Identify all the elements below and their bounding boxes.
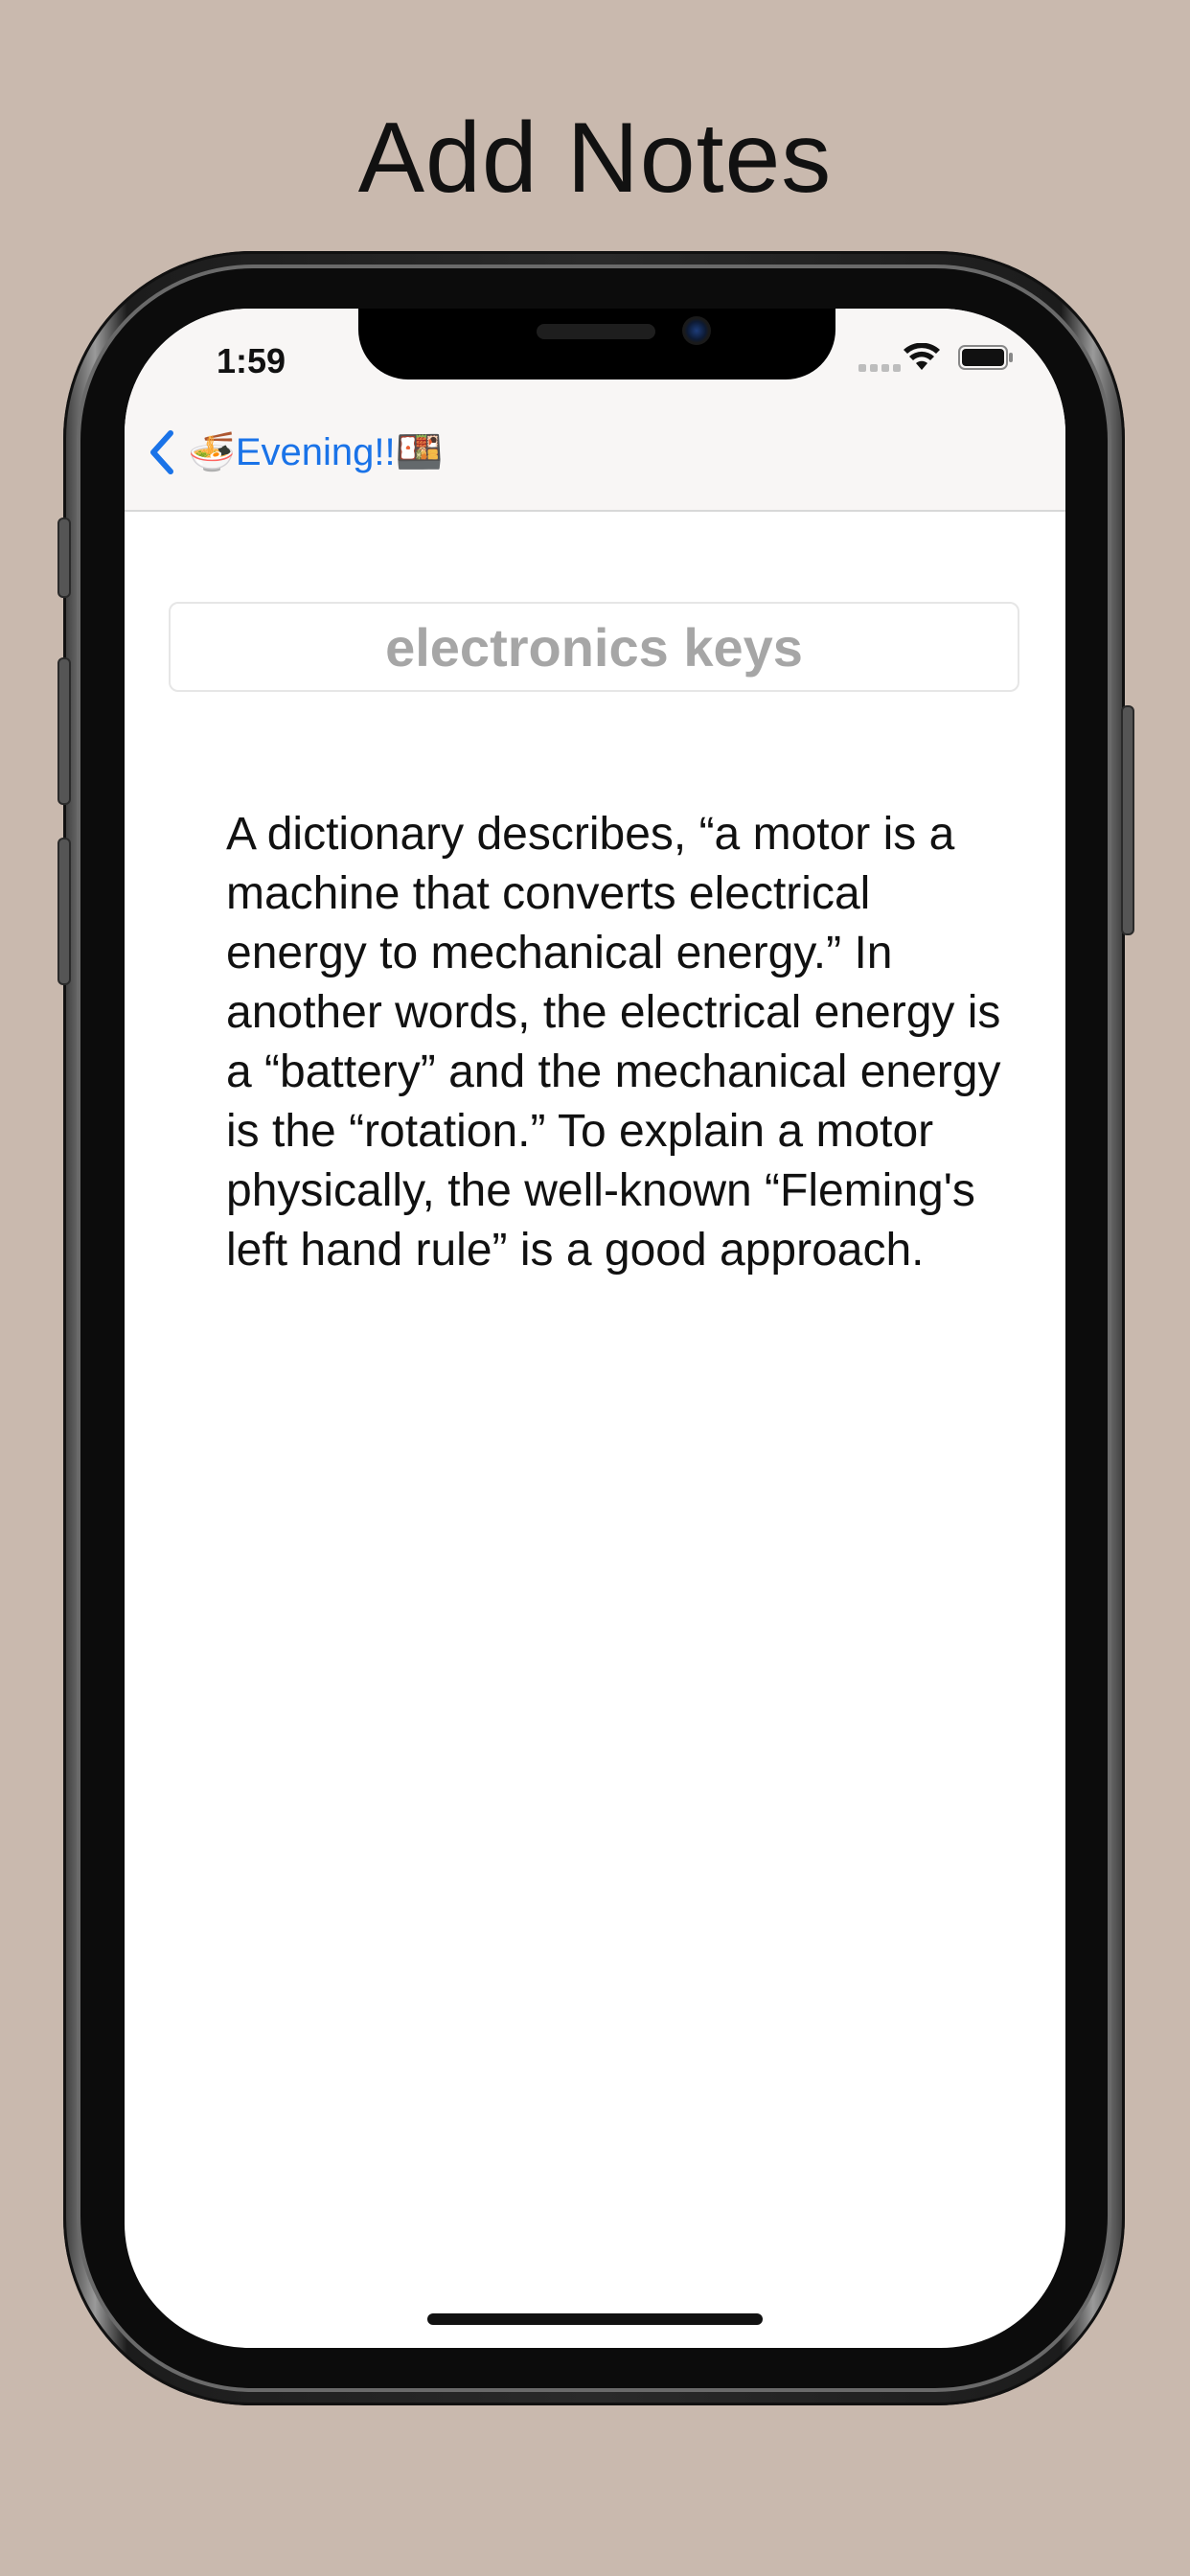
home-indicator[interactable] bbox=[427, 2313, 763, 2325]
noodle-emoji-icon: 🍜 bbox=[188, 431, 236, 473]
side-button-volume-down bbox=[57, 838, 71, 985]
note-body-text[interactable]: A dictionary describes, “a motor is a ma… bbox=[226, 805, 1002, 1280]
signal-dots-icon bbox=[858, 364, 901, 372]
back-label: Evening!! bbox=[235, 430, 396, 473]
promo-title: Add Notes bbox=[357, 103, 833, 214]
status-bar: 1:59 bbox=[125, 309, 1065, 381]
notch bbox=[358, 309, 835, 380]
status-time: 1:59 bbox=[217, 341, 286, 380]
side-button-mute bbox=[57, 518, 71, 598]
speaker-grille bbox=[537, 324, 655, 339]
back-button[interactable]: 🍜 Evening!! 🍱 bbox=[148, 424, 443, 481]
side-button-power bbox=[1121, 705, 1134, 935]
wifi-icon bbox=[904, 343, 940, 370]
phone-screen: 1:59 🍜 Evening!! 🍱 electronics keys A di… bbox=[125, 309, 1065, 2348]
note-title-input[interactable] bbox=[169, 602, 1019, 692]
front-camera bbox=[682, 316, 711, 345]
chevron-left-icon bbox=[150, 430, 173, 474]
bento-emoji-icon: 🍱 bbox=[395, 431, 444, 473]
battery-icon bbox=[958, 345, 1013, 370]
side-button-volume-up bbox=[57, 657, 71, 805]
navigation-bar: 🍜 Evening!! 🍱 bbox=[125, 381, 1065, 512]
back-label-text: 🍜 Evening!! 🍱 bbox=[188, 431, 443, 474]
